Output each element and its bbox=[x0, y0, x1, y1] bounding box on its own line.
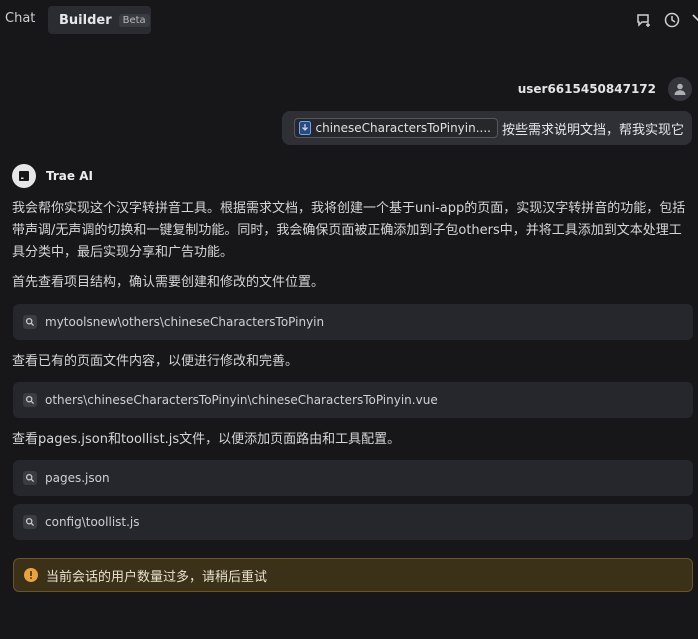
search-icon bbox=[23, 315, 37, 329]
tab-builder-label: Builder bbox=[59, 12, 112, 28]
user-name: user6615450847172 bbox=[517, 82, 656, 96]
trae-logo-icon bbox=[12, 164, 36, 188]
top-bar: Chat Builder Beta bbox=[0, 0, 698, 40]
warning-icon bbox=[24, 568, 38, 582]
attached-file-name: chineseCharactersToPinyin.... bbox=[315, 121, 491, 135]
tool-call-search[interactable]: pages.json bbox=[13, 460, 693, 496]
step2-text: 查看已有的页面文件内容，以便进行修改和完善。 bbox=[12, 354, 299, 369]
tool-path: pages.json bbox=[45, 471, 110, 485]
assistant-header: Trae AI bbox=[12, 164, 93, 188]
close-icon[interactable] bbox=[689, 11, 698, 29]
step1-text: 首先查看项目结构，确认需要创建和修改的文件位置。 bbox=[12, 275, 325, 290]
tool-call-search[interactable]: config\toollist.js bbox=[13, 504, 693, 540]
user-message-text: 按些需求说明文挡，帮我实现它 bbox=[501, 122, 684, 138]
tool-call-search[interactable]: others\chineseCharactersToPinyin\chinese… bbox=[13, 382, 693, 418]
tool-call-search[interactable]: mytoolsnew\others\chineseCharactersToPin… bbox=[13, 304, 693, 340]
tool-path: mytoolsnew\others\chineseCharactersToPin… bbox=[45, 315, 325, 329]
intro-line: 我会帮你实现这个汉字转拼音工具。根据需求文档，我将创建一个基于uni-app的页… bbox=[12, 201, 686, 216]
search-icon bbox=[23, 471, 37, 485]
search-icon bbox=[23, 515, 37, 529]
warning-banner: 当前会话的用户数量过多，请稍后重试 bbox=[13, 558, 693, 592]
user-header: user6615450847172 bbox=[518, 76, 692, 102]
user-avatar bbox=[668, 77, 692, 101]
search-icon bbox=[23, 393, 37, 407]
assistant-name: Trae AI bbox=[46, 169, 93, 183]
warning-message: 当前会话的用户数量过多，请稍后重试 bbox=[46, 569, 268, 585]
intro-line: 具分类中，最后实现分享和广告功能。 bbox=[12, 245, 234, 260]
tool-path: config\toollist.js bbox=[45, 515, 140, 529]
beta-badge: Beta bbox=[118, 13, 150, 27]
attached-file-chip[interactable]: chineseCharactersToPinyin.... bbox=[294, 118, 498, 138]
new-chat-icon[interactable] bbox=[635, 11, 653, 29]
tab-builder[interactable]: Builder Beta bbox=[48, 6, 151, 34]
tool-path: others\chineseCharactersToPinyin\chinese… bbox=[45, 393, 438, 407]
assistant-intro: 我会帮你实现这个汉字转拼音工具。根据需求文档，我将创建一个基于uni-app的页… bbox=[12, 198, 685, 264]
tab-chat[interactable]: Chat bbox=[5, 11, 35, 26]
file-download-icon bbox=[299, 121, 312, 135]
step3-text: 查看pages.json和toollist.js文件，以便添加页面路由和工具配置… bbox=[12, 432, 401, 447]
intro-line: 带声调/无声调的切换和一键复制功能。同时，我会确保页面被正确添加到子包other… bbox=[12, 223, 682, 238]
user-icon bbox=[674, 83, 686, 95]
history-icon[interactable] bbox=[663, 11, 681, 29]
user-message: chineseCharactersToPinyin.... 按些需求说明文挡，帮… bbox=[282, 111, 692, 145]
